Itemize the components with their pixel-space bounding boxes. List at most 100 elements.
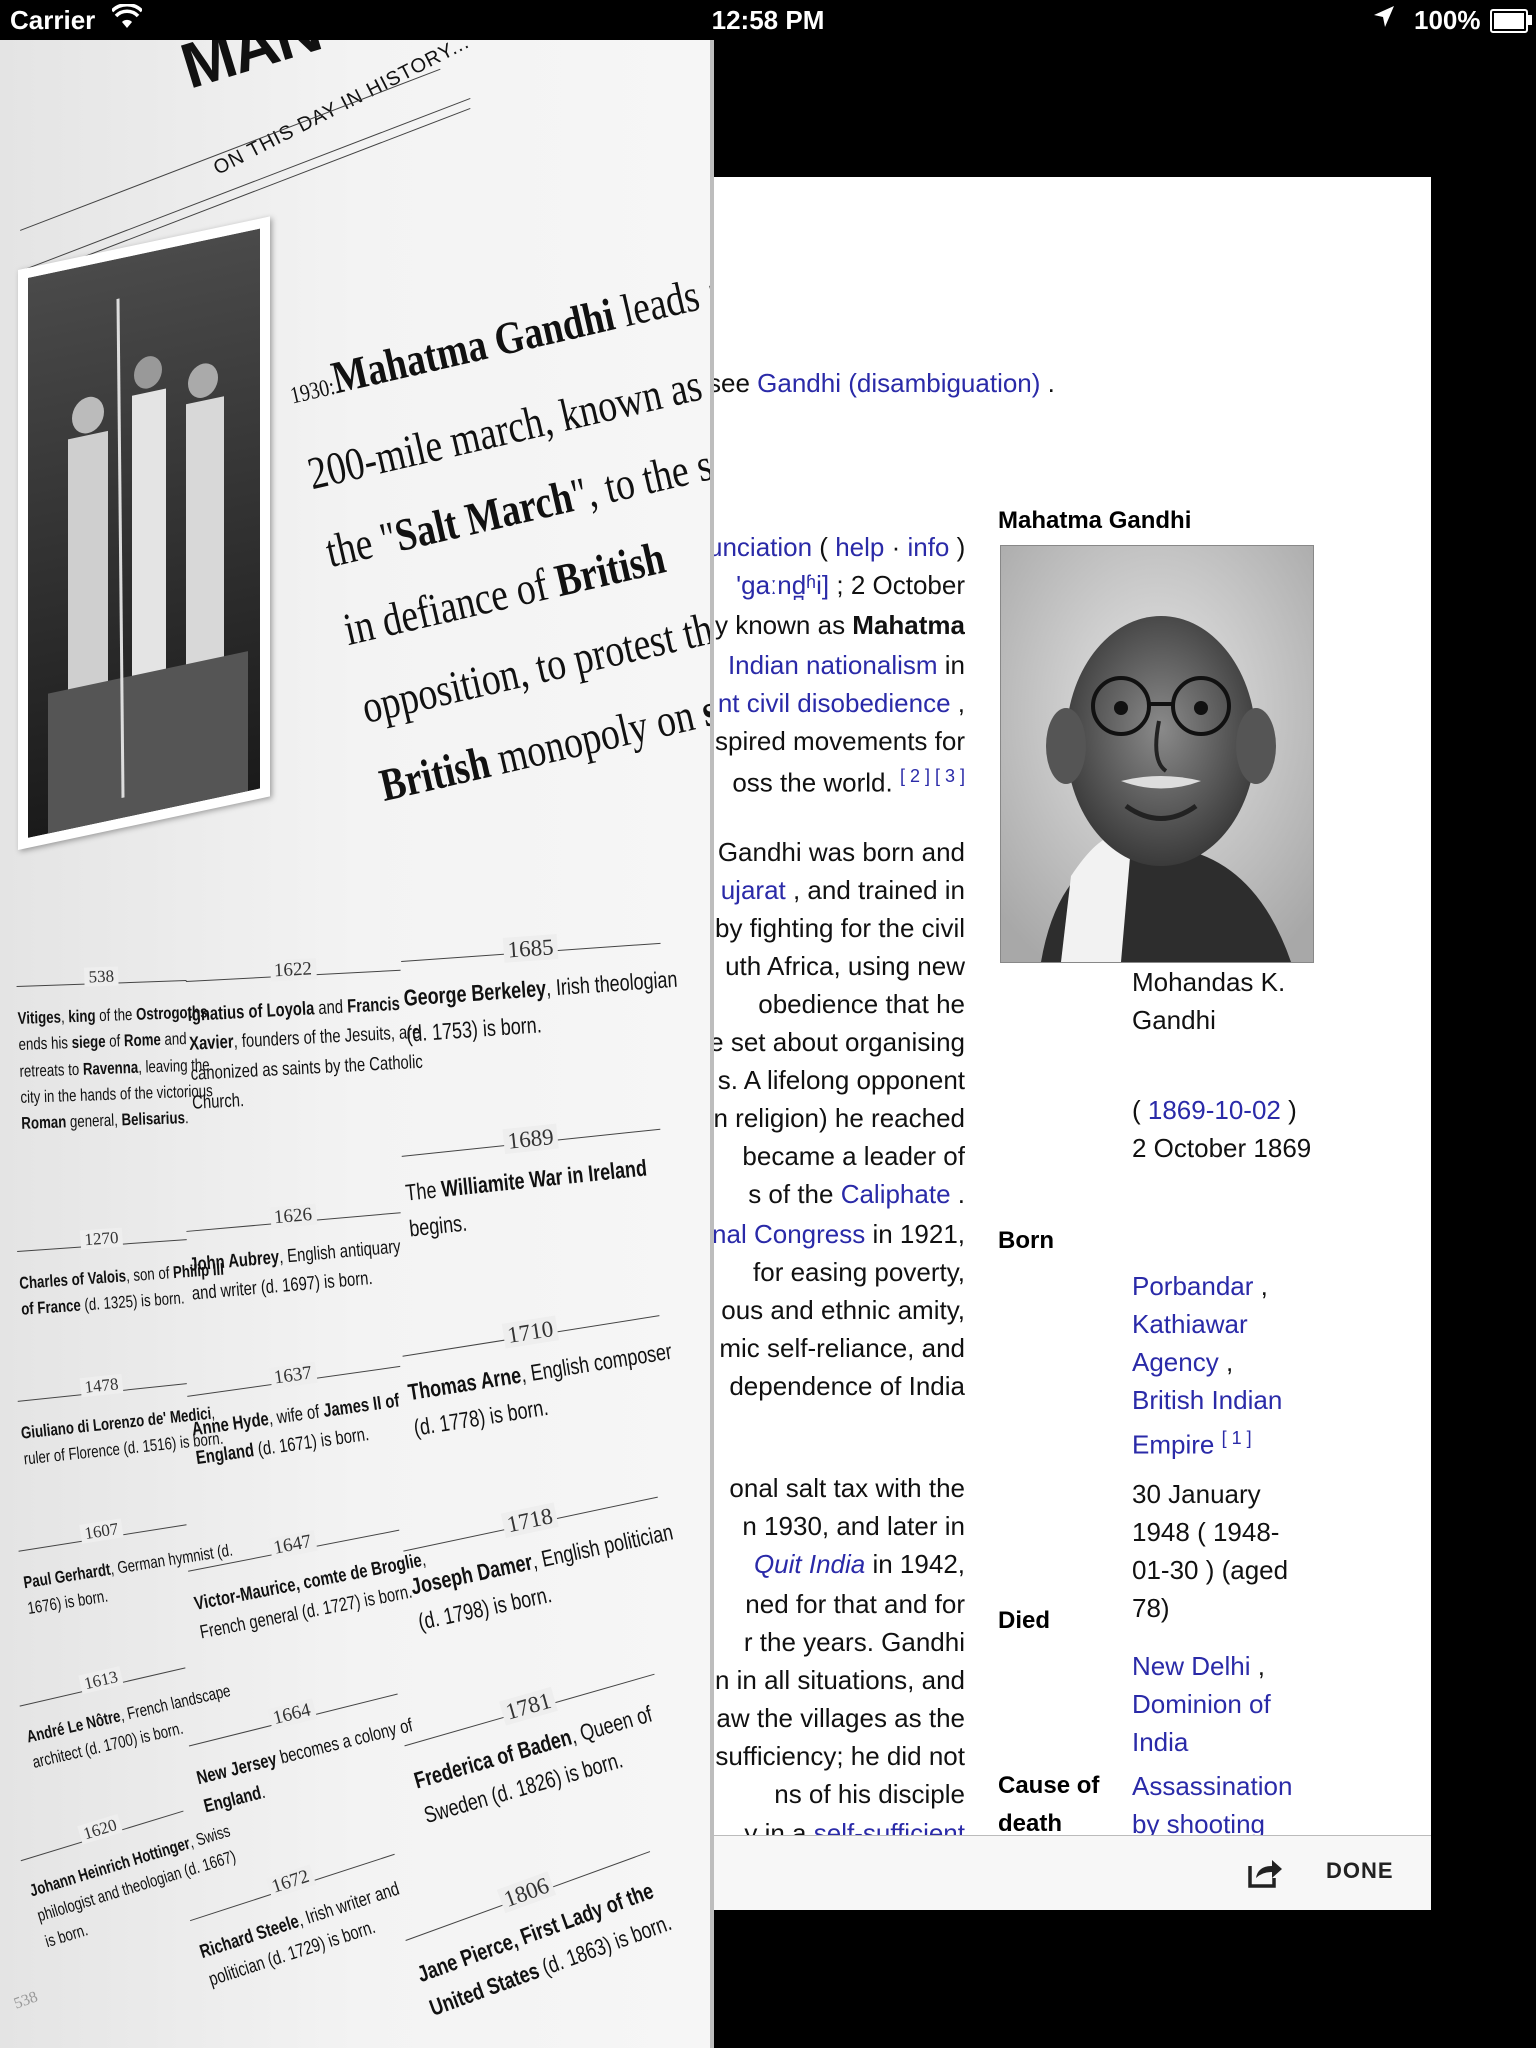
article-line: ous and ethnic amity, <box>708 1295 965 1326</box>
event-year: 538 <box>84 966 119 987</box>
history-event[interactable]: 1710 Thomas Arne, English composer (d. 177… <box>400 1287 710 1446</box>
article-line: y known as Mahatma <box>708 610 965 641</box>
history-event[interactable]: 1685 George Berkeley, Irish theologian (d.… <box>400 920 710 1052</box>
history-page: MAN ON THIS DAY IN HISTORY... 1930:Mahat… <box>0 40 710 2048</box>
event-plain: (d. 1325) is born. <box>80 1288 186 1315</box>
article-text: in 1921, <box>865 1219 965 1249</box>
article-text: y known as <box>715 610 853 640</box>
article-line: e set about organising <box>708 1027 965 1058</box>
article-link[interactable]: info <box>907 532 949 562</box>
article-link[interactable]: Quit India <box>754 1549 865 1579</box>
dominion-link[interactable]: Dominion of <box>1132 1689 1271 1719</box>
article-line: uth Africa, using new <box>708 951 965 982</box>
event-year: 1689 <box>502 1123 559 1155</box>
event-year: 1718 <box>500 1502 559 1539</box>
event-text: Vitiges, king of the Ostrogoths ends his … <box>17 999 214 1137</box>
event-plain: (d. 1753) is born. <box>405 1011 543 1047</box>
article-line: dependence of India <box>708 1371 965 1402</box>
event-year: 1806 <box>496 1871 557 1914</box>
article-text: , <box>950 688 965 718</box>
article-text: in <box>937 650 965 680</box>
article-line: spired movements for <box>708 726 965 757</box>
article-text: Mahatma <box>852 610 965 640</box>
empire-link[interactable]: Empire <box>1132 1430 1214 1460</box>
event-text: Ignatius of Loyola and Francis Xavier, fo… <box>187 989 425 1119</box>
article-line: ujarat , and trained in <box>708 875 965 906</box>
article-text: in 1942, <box>865 1549 965 1579</box>
clock: 12:58 PM <box>711 5 825 35</box>
event-bold: siege <box>71 1032 106 1053</box>
article-line: sufficiency; he did not <box>708 1741 965 1772</box>
born-date-link[interactable]: 1869-10-02 <box>1148 1095 1281 1125</box>
event-plain: begins. <box>407 1209 469 1242</box>
kathiawar-link[interactable]: Kathiawar <box>1132 1309 1248 1339</box>
headline-bold: British <box>374 736 495 811</box>
on-this-day-panel[interactable]: MAN ON THIS DAY IN HISTORY... 1930:Mahat… <box>0 40 714 2048</box>
done-button[interactable]: DONE <box>1326 1858 1394 1884</box>
new-delhi-link[interactable]: New Delhi <box>1132 1651 1251 1681</box>
article-line: oss the world. [ 2 ] [ 3 ] <box>708 766 965 799</box>
battery-icon <box>1490 9 1528 33</box>
headline-year: 1930: <box>287 374 338 410</box>
event-year: 1710 <box>501 1315 559 1349</box>
article-text: dependence of India <box>729 1371 965 1401</box>
citation-ref[interactable]: [ 2 ] [ 3 ] <box>900 766 965 786</box>
history-event[interactable]: 1689 The Williamite War in Ireland begins. <box>400 1108 710 1247</box>
article-link[interactable]: 'gaːnd̪ʱi] <box>736 570 829 600</box>
article-text: · <box>884 532 908 562</box>
headline: 1930:Mahatma Gandhi leads a 200-mile marc… <box>280 228 710 826</box>
died-date: 30 January 1948 ( 1948-01-30 ) (aged 78) <box>1132 1479 1289 1623</box>
gandhi-portrait[interactable] <box>1000 545 1314 963</box>
event-bold: England <box>194 1440 256 1470</box>
article-text: aw the villages as the <box>716 1703 965 1733</box>
history-event[interactable]: 1718 Joseph Damer, English politician (d. … <box>400 1464 710 1640</box>
porbandar-link[interactable]: Porbandar <box>1132 1271 1253 1301</box>
wikipedia-article-card[interactable]: see Gandhi (disambiguation) . unciation … <box>708 177 1431 1910</box>
article-text: ( <box>812 532 836 562</box>
article-line: for easing poverty, <box>708 1257 965 1288</box>
article-line: onal salt tax with the <box>708 1473 965 1504</box>
event-bold: James II of <box>321 1390 401 1422</box>
born-date: ( 1869-10-02 ) 2 October 1869 <box>1132 1095 1312 1163</box>
article-link[interactable]: Caliphate <box>841 1179 951 1209</box>
article-link[interactable]: ujarat <box>721 875 786 905</box>
article-text: , and trained in <box>785 875 965 905</box>
article-link[interactable]: help <box>835 532 884 562</box>
event-plain: , wife of <box>267 1401 325 1430</box>
event-bold: John Aubrey <box>188 1247 281 1276</box>
article-text: n religion) he reached <box>713 1103 966 1133</box>
event-plain: general, <box>65 1110 122 1132</box>
india-link[interactable]: India <box>1132 1727 1188 1757</box>
article-link[interactable]: Indian nationalism <box>728 650 938 680</box>
hatnote: see Gandhi (disambiguation) . <box>708 368 1055 398</box>
british-indian-link[interactable]: British Indian <box>1132 1385 1282 1415</box>
article-text: sufficiency; he did not <box>715 1741 965 1771</box>
article-text: uth Africa, using new <box>725 951 965 981</box>
agency-link[interactable]: Agency <box>1132 1347 1219 1377</box>
headline-text: the " <box>320 511 402 578</box>
event-bold: Anne Hyde <box>190 1408 271 1441</box>
event-text: John Aubrey, English antiquary and writer… <box>188 1232 404 1309</box>
event-bold: Thomas Arne <box>406 1361 523 1406</box>
article-text: s. A lifelong opponent <box>717 1065 965 1095</box>
article-link[interactable]: nt civil disobedience <box>718 688 951 718</box>
salt-march-photo[interactable] <box>18 216 270 851</box>
article-line: n in all situations, and <box>708 1665 965 1696</box>
born-ref[interactable]: [ 1 ] <box>1222 1428 1252 1448</box>
disambiguation-link[interactable]: Gandhi (disambiguation) <box>757 368 1040 398</box>
article-text: ns of his disciple <box>774 1779 965 1809</box>
event-bold: Xavier <box>188 1032 235 1056</box>
article-text: . <box>950 1179 965 1209</box>
article-text: e set about organising <box>709 1027 965 1057</box>
share-icon[interactable] <box>1244 1854 1284 1890</box>
event-year: 1270 <box>79 1227 124 1250</box>
event-plain: , Swiss <box>186 1821 233 1852</box>
event-bold: Ignatius of Loyola <box>187 998 315 1026</box>
event-bold: of France <box>20 1296 82 1320</box>
assassination-link[interactable]: Assassination by shooting <box>1132 1771 1292 1839</box>
article-line: mic self-reliance, and <box>708 1333 965 1364</box>
header-title: MAN <box>172 40 328 103</box>
history-event[interactable]: 1806 Jane Pierce, First Lady of the United… <box>400 1813 710 2026</box>
article-link[interactable]: unciation <box>708 532 812 562</box>
article-link[interactable]: nal Congress <box>712 1219 865 1249</box>
